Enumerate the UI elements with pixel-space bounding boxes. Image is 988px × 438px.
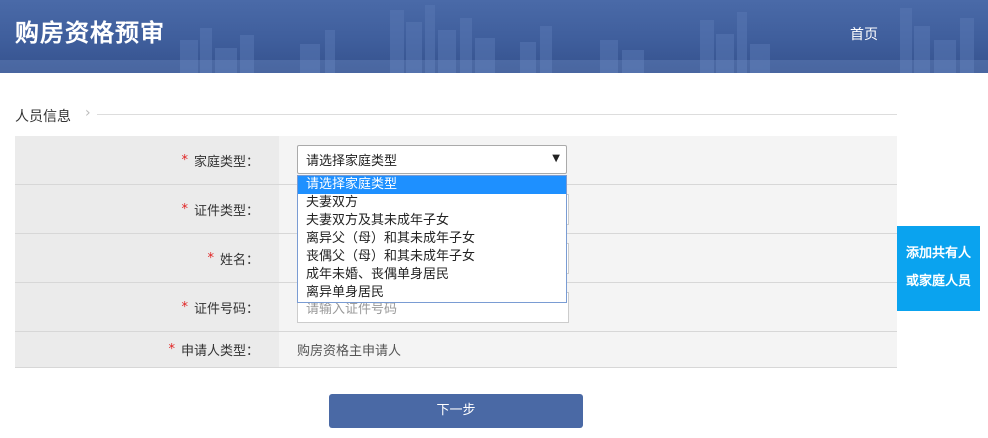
add-co-owner-button[interactable]: 添加共有人 或家庭人员 xyxy=(897,226,980,311)
dropdown-option[interactable]: 成年未婚、丧偶单身居民 xyxy=(298,266,566,284)
section-header: 人员信息 › xyxy=(15,104,897,126)
app-title: 购房资格预审 xyxy=(15,19,165,47)
id-type-label: * 证件类型： xyxy=(15,185,279,233)
required-marker: * xyxy=(168,342,175,357)
next-step-button[interactable]: 下一步 xyxy=(329,394,583,428)
dropdown-option[interactable]: 丧偶父（母）和其未成年子女 xyxy=(298,248,566,266)
required-marker: * xyxy=(207,250,214,266)
applicant-type-label: * 申请人类型： xyxy=(15,332,279,367)
id-number-label: * 证件号码： xyxy=(15,283,279,331)
dropdown-arrow-icon: ▼ xyxy=(552,153,560,164)
name-label: * 姓名： xyxy=(15,234,279,282)
family-type-select[interactable]: 请选择家庭类型 ▼ xyxy=(297,145,567,174)
required-marker: * xyxy=(181,201,188,217)
page-header: 购房资格预审 首页 xyxy=(0,0,988,73)
id-number-label-text: 证件号码： xyxy=(193,301,259,317)
dropdown-option[interactable]: 离异单身居民 xyxy=(298,284,566,302)
dropdown-option[interactable]: 夫妻双方及其未成年子女 xyxy=(298,212,566,230)
section-divider xyxy=(97,114,897,115)
family-type-label: * 家庭类型： xyxy=(15,136,279,184)
add-co-owner-line1: 添加共有人 xyxy=(905,246,971,261)
home-link[interactable]: 首页 xyxy=(850,24,878,44)
dropdown-option[interactable]: 夫妻双方 xyxy=(298,194,566,212)
section-title: 人员信息 xyxy=(15,109,71,125)
add-co-owner-line2: 或家庭人员 xyxy=(905,274,971,289)
name-label-text: 姓名： xyxy=(219,252,259,268)
applicant-type-value: 购房资格主申请人 xyxy=(297,344,402,359)
dropdown-option[interactable]: 请选择家庭类型 xyxy=(298,176,566,194)
required-marker: * xyxy=(181,299,188,315)
applicant-type-label-text: 申请人类型： xyxy=(180,344,259,359)
chevron-right-icon: › xyxy=(85,105,91,121)
form-row-applicant-type: * 申请人类型： 购房资格主申请人 xyxy=(15,332,897,368)
id-type-label-text: 证件类型： xyxy=(193,203,259,219)
required-marker: * xyxy=(181,152,188,168)
family-type-selected-value: 请选择家庭类型 xyxy=(306,154,398,169)
dropdown-option[interactable]: 离异父（母）和其未成年子女 xyxy=(298,230,566,248)
family-type-label-text: 家庭类型： xyxy=(193,154,259,170)
family-type-dropdown-list: 请选择家庭类型 夫妻双方 夫妻双方及其未成年子女 离异父（母）和其未成年子女 丧… xyxy=(297,175,567,303)
